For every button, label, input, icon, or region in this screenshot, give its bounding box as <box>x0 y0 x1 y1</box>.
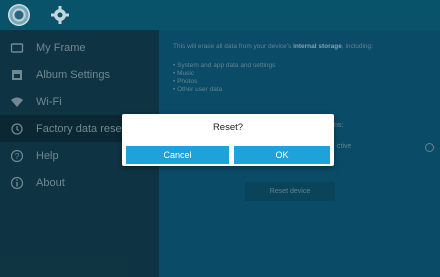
cancel-button[interactable]: Cancel <box>126 146 229 164</box>
dialog-title: Reset? <box>212 122 244 133</box>
app-window: My Frame Album Settings Wi-Fi Factory da… <box>0 0 440 277</box>
reset-confirm-dialog: Reset? Cancel OK <box>122 114 334 166</box>
ok-button[interactable]: OK <box>234 146 330 164</box>
